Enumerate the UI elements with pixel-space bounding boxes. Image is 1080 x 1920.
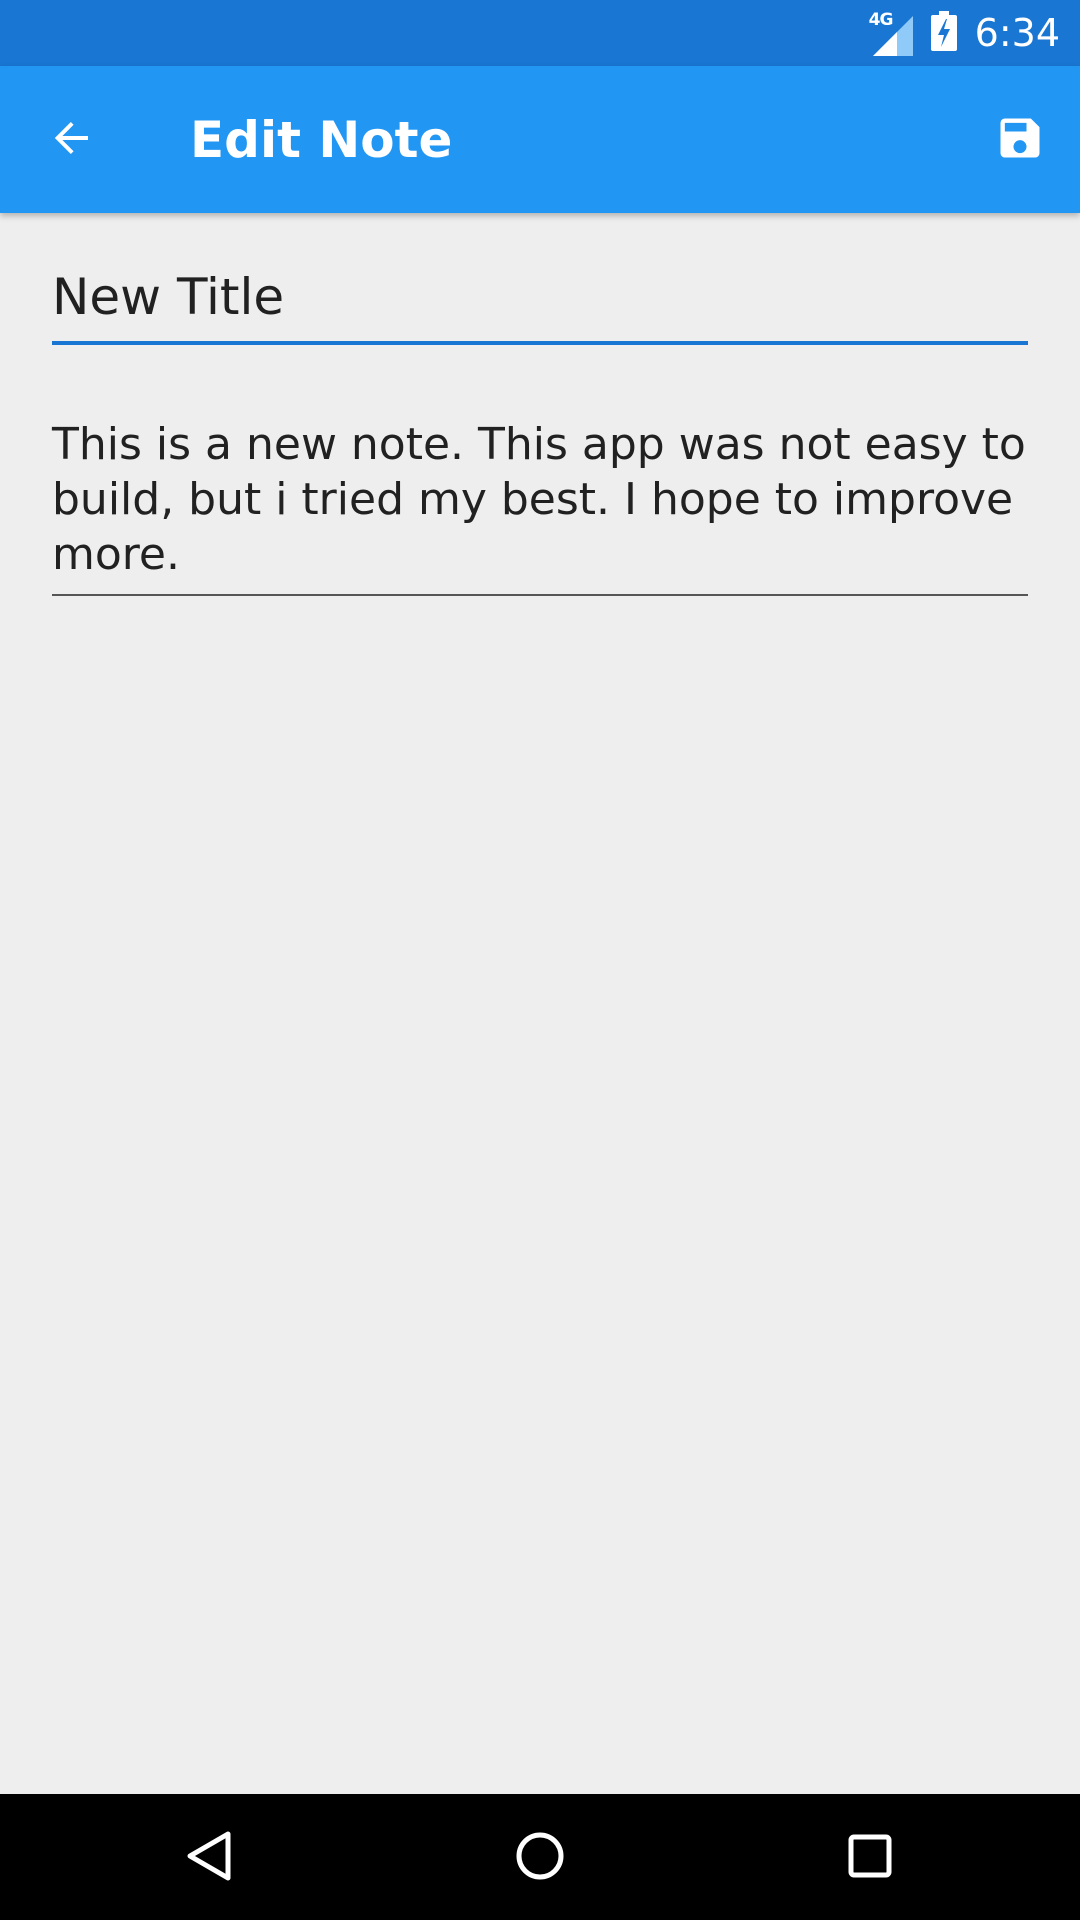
signal-icon: 4G: [867, 10, 913, 56]
back-button[interactable]: [36, 104, 108, 176]
note-editor: This is a new note. This app was not eas…: [52, 213, 1028, 596]
status-icons: 4G 6:34: [867, 0, 1060, 66]
nav-recents-button[interactable]: [830, 1818, 910, 1898]
arrow-back-icon: [48, 114, 96, 166]
network-type-label: 4G: [868, 10, 894, 30]
back-triangle-icon: [182, 1828, 238, 1888]
battery-charging-icon: [930, 11, 957, 55]
save-button[interactable]: [984, 104, 1056, 176]
note-body-input[interactable]: This is a new note. This app was not eas…: [52, 417, 1028, 596]
home-circle-icon: [512, 1828, 568, 1888]
nav-home-button[interactable]: [500, 1818, 580, 1898]
recents-square-icon: [842, 1828, 898, 1888]
status-clock: 6:34: [974, 11, 1060, 55]
app-bar: Edit Note: [0, 66, 1080, 213]
status-bar: 4G 6:34: [0, 0, 1080, 66]
navigation-bar: [0, 1794, 1080, 1920]
page-title: Edit Note: [190, 110, 453, 169]
nav-back-button[interactable]: [170, 1818, 250, 1898]
save-icon: [994, 112, 1046, 168]
note-title-input[interactable]: [52, 265, 1028, 345]
